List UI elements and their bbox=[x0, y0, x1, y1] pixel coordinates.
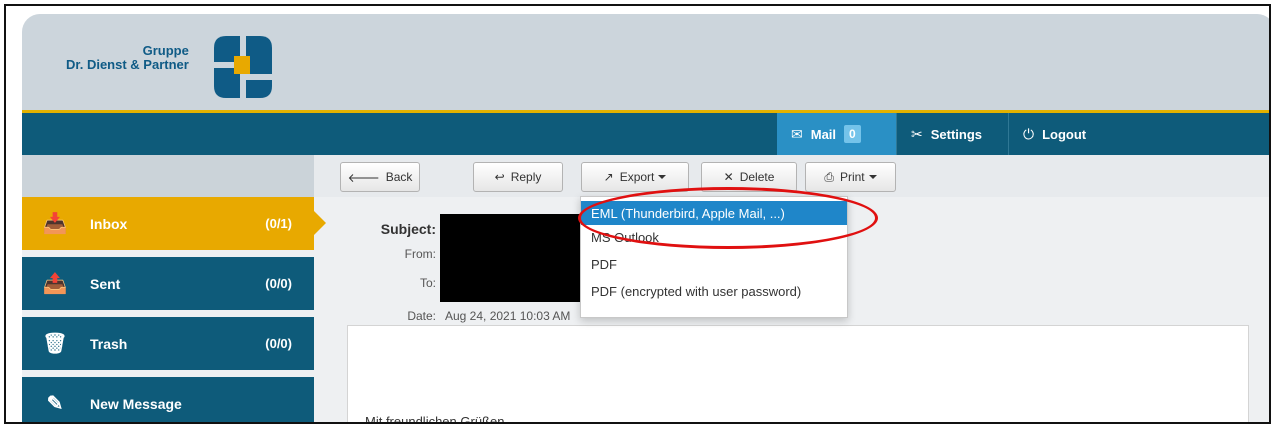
print-label: Print bbox=[839, 170, 865, 184]
sidebar-item-label: Sent bbox=[90, 275, 121, 292]
sidebar-item-new-message[interactable]: ✎ New Message bbox=[22, 377, 314, 422]
brand-name: Gruppe Dr. Dienst & Partner bbox=[66, 44, 189, 72]
back-label: Back bbox=[385, 170, 413, 184]
nav-logout-label: Logout bbox=[1042, 126, 1087, 142]
arrow-left-icon: 🡐 bbox=[347, 170, 380, 185]
date-value: Aug 24, 2021 10:03 AM bbox=[445, 309, 571, 323]
close-icon: ✕ bbox=[723, 170, 734, 184]
tools-icon: ✂ bbox=[911, 125, 923, 142]
message-body-text: Mit freundlichen Grüßen bbox=[365, 414, 505, 424]
envelope-icon: ✉ bbox=[791, 125, 803, 142]
message-body: Mit freundlichen Grüßen bbox=[347, 325, 1249, 424]
inbox-icon: 📥 bbox=[42, 213, 68, 235]
export-option-pdf-encrypted[interactable]: PDF (encrypted with user password) bbox=[581, 279, 847, 303]
sidebar-item-inbox[interactable]: 📥 Inbox (0/1) bbox=[22, 197, 326, 250]
to-label: To: bbox=[419, 276, 436, 290]
sidebar-item-label: New Message bbox=[90, 395, 182, 412]
sidebar-item-count: (0/0) bbox=[265, 276, 292, 291]
sent-icon: 📤 bbox=[42, 273, 68, 295]
brand-logo-icon bbox=[214, 36, 272, 98]
reply-icon: ↩ bbox=[494, 170, 505, 184]
redacted-header-block bbox=[440, 214, 588, 302]
webmail-app: Gruppe Dr. Dienst & Partner ✉ Mail 0 ✂ S… bbox=[22, 14, 1269, 424]
from-label: From: bbox=[404, 247, 436, 261]
brand-line-1: Gruppe bbox=[142, 43, 189, 58]
delete-label: Delete bbox=[739, 170, 775, 184]
delete-button[interactable]: ✕ Delete bbox=[701, 162, 797, 192]
export-option-eml[interactable]: EML (Thunderbird, Apple Mail, ...) bbox=[581, 201, 847, 225]
export-dropdown-menu: EML (Thunderbird, Apple Mail, ...) MS Ou… bbox=[580, 196, 848, 318]
compose-icon: ✎ bbox=[46, 393, 64, 415]
chevron-down-icon bbox=[868, 175, 877, 179]
nav-settings-label: Settings bbox=[930, 126, 983, 142]
reply-label: Reply bbox=[510, 170, 542, 184]
print-button[interactable]: ⎙ Print bbox=[805, 162, 896, 192]
export-button[interactable]: ↗ Export bbox=[581, 162, 689, 192]
sidebar-item-label: Inbox bbox=[90, 215, 128, 232]
back-button[interactable]: 🡐 Back bbox=[340, 162, 420, 192]
export-option-pdf[interactable]: PDF bbox=[581, 252, 847, 276]
sidebar: 📥 Inbox (0/1) 📤 Sent (0/0) 🗑 Trash (0/0)… bbox=[22, 197, 326, 422]
nav-mail-label: Mail bbox=[810, 126, 837, 142]
nav-settings[interactable]: ✂ Settings bbox=[896, 113, 1008, 155]
export-option-outlook[interactable]: MS Outlook bbox=[581, 225, 847, 249]
power-icon: ⏻ bbox=[1023, 125, 1035, 142]
header: Gruppe Dr. Dienst & Partner bbox=[22, 14, 1269, 113]
sidebar-item-count: (0/1) bbox=[265, 216, 292, 231]
date-label: Date: bbox=[407, 309, 436, 323]
screenshot-frame: Gruppe Dr. Dienst & Partner ✉ Mail 0 ✂ S… bbox=[4, 4, 1271, 424]
subject-label: Subject: bbox=[380, 221, 436, 237]
share-icon: ↗ bbox=[603, 170, 614, 184]
sidebar-header bbox=[22, 155, 314, 197]
nav-mail[interactable]: ✉ Mail 0 bbox=[777, 113, 896, 155]
chevron-down-icon bbox=[658, 175, 667, 179]
top-navigation: ✉ Mail 0 ✂ Settings ⏻ Logout bbox=[22, 113, 1269, 155]
reply-button[interactable]: ↩ Reply bbox=[473, 162, 563, 192]
sidebar-item-trash[interactable]: 🗑 Trash (0/0) bbox=[22, 317, 314, 370]
sidebar-item-sent[interactable]: 📤 Sent (0/0) bbox=[22, 257, 314, 310]
mail-count-badge: 0 bbox=[844, 125, 861, 143]
brand-line-2: Dr. Dienst & Partner bbox=[66, 57, 189, 72]
sidebar-item-count: (0/0) bbox=[265, 336, 292, 351]
trash-icon: 🗑 bbox=[42, 333, 68, 355]
nav-logout[interactable]: ⏻ Logout bbox=[1008, 113, 1108, 155]
export-label: Export bbox=[619, 170, 655, 184]
printer-icon: ⎙ bbox=[824, 169, 834, 184]
sidebar-item-label: Trash bbox=[90, 335, 128, 352]
